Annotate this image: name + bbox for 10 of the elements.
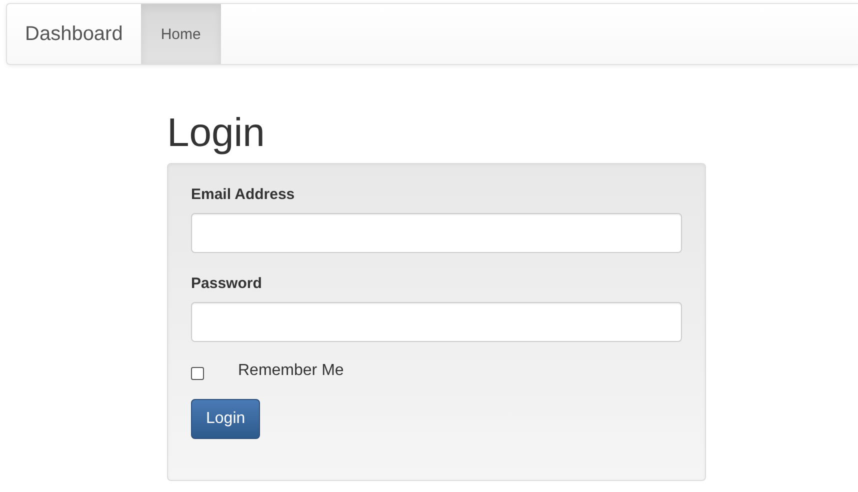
input-field[interactable] [191, 302, 682, 342]
remember-checkbox[interactable] [191, 366, 204, 380]
remember-label: Remember Me [238, 362, 344, 380]
field-label: Password [191, 275, 263, 293]
brand-link[interactable]: Dashboard [7, 4, 141, 64]
login-button[interactable]: Login [191, 399, 260, 439]
nav-tab[interactable]: Home [140, 4, 221, 64]
page-title: Login [167, 111, 266, 155]
field-label: Email Address [191, 186, 296, 204]
input-field[interactable] [191, 213, 682, 253]
